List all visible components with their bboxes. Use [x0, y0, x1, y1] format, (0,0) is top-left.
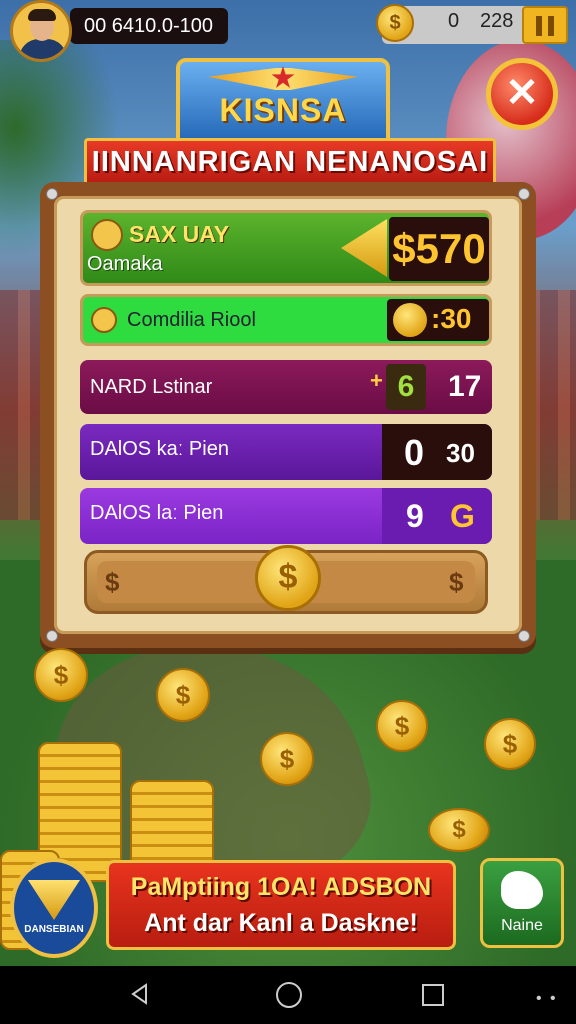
promo-line-2: Ant dar Kanl a Daskne! [144, 909, 418, 937]
coin-icon [393, 303, 427, 337]
row-value: $570 [389, 217, 489, 281]
reward-row-daios-2[interactable]: DAlOS laː Pien 9 G [80, 488, 492, 544]
crest-title: KISNSA [219, 92, 347, 128]
row-value: 17 [448, 370, 482, 403]
row-value-b: 30 [446, 438, 475, 468]
reward-row-combo[interactable]: Comdilia Riool :30 [80, 294, 492, 346]
dollar-icon: $ [449, 567, 464, 597]
game-logo[interactable]: DANSEBIAN [10, 858, 98, 958]
logo-text: DANSEBIAN [24, 924, 84, 935]
close-button[interactable]: ✕ [486, 58, 558, 130]
row-subtitle: Oamaka [87, 253, 163, 275]
row-title: SAX UAY [129, 221, 230, 247]
name-button-label: Naine [501, 917, 543, 934]
slider-knob[interactable]: $ [255, 545, 321, 611]
pause-icon [536, 16, 542, 36]
shield-icon [28, 880, 80, 920]
balance-display: 00 6410.0-100 [70, 8, 228, 44]
coin-icon: $ [260, 732, 314, 786]
promo-banner[interactable]: PaMptiing 1OA! ADSBON Ant dar Kanl a Das… [106, 860, 456, 950]
coin-slider[interactable]: $ $ $ [84, 545, 488, 614]
dollar-icon: $ [105, 567, 120, 597]
system-nav-bar: • • [0, 966, 576, 1024]
reward-row-hard[interactable]: NARD Lstinar + 6 17 [80, 360, 492, 414]
row-label: DAlOS kaː Pien [90, 438, 229, 460]
bolt-icon [518, 630, 530, 642]
arrow-left-icon [341, 219, 387, 277]
coin-icon: $ [34, 648, 88, 702]
banner-title: IINNANRIGAN NENANOSAI [91, 146, 489, 178]
close-icon: ✕ [505, 71, 539, 115]
coin-icon: $ [156, 668, 210, 722]
row-value-a: 0 [404, 432, 425, 473]
coin-icon: $ [428, 808, 490, 852]
home-icon[interactable] [276, 982, 302, 1008]
bolt-icon [518, 188, 530, 200]
coin-icon: $ [376, 700, 428, 752]
plus-icon: + [370, 368, 383, 393]
row-value: :30 [431, 303, 472, 334]
name-button[interactable]: Naine [480, 858, 564, 948]
face-icon [91, 219, 123, 251]
coin-zero: 0 [448, 10, 460, 32]
reward-row-daios-1[interactable]: DAlOS kaː Pien 0 30 [80, 424, 492, 480]
row-value-b: G [450, 498, 475, 534]
reward-row-daily[interactable]: SAX UAY Oamaka $570 [80, 210, 492, 286]
recent-apps-icon[interactable] [422, 984, 444, 1006]
coin-icon: $ [484, 718, 536, 770]
badge-icon [91, 307, 117, 333]
title-banner: IINNANRIGAN NENANOSAI [84, 138, 496, 186]
row-label: DAlOS laː Pien [90, 502, 224, 524]
player-avatar[interactable] [10, 0, 72, 62]
coin-icon: $ [376, 4, 414, 42]
bonus-icon: 6 [386, 364, 426, 410]
promo-line-1: PaMptiing 1OA! ADSBON [130, 873, 432, 901]
bolt-icon [46, 188, 58, 200]
row-label: NARD Lstinar [90, 376, 213, 398]
hand-icon [501, 871, 543, 909]
row-label: Comdilia Riool [127, 309, 256, 331]
bolt-icon [46, 630, 58, 642]
more-icon[interactable]: • • [536, 990, 558, 1008]
pause-button[interactable] [522, 6, 568, 44]
row-value-a: 9 [406, 498, 424, 534]
reward-board: SAX UAY Oamaka $570 Comdilia Riool :30 N… [40, 182, 536, 648]
balance-text: 00 6410.0-100 [84, 15, 214, 37]
back-icon[interactable] [128, 982, 152, 1006]
coin-count: 228 [480, 10, 514, 32]
